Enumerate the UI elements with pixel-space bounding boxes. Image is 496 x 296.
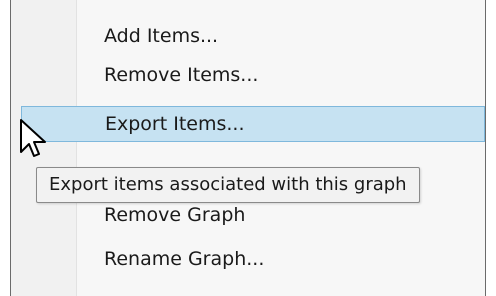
menu-item-export-items[interactable]: Export Items...	[21, 106, 485, 142]
menu-item-label: Rename Graph...	[104, 248, 265, 270]
menu-item-label: Remove Items...	[104, 64, 259, 86]
menu-item-label: Add Items...	[104, 25, 219, 47]
arrow-cursor-icon	[20, 119, 46, 157]
menu-item-remove-items[interactable]: Remove Items...	[21, 57, 485, 93]
context-menu: Add Items... Remove Items... Export Item…	[10, 0, 486, 296]
screen: Add Items... Remove Items... Export Item…	[0, 0, 496, 296]
menu-item-rename-graph[interactable]: Rename Graph...	[21, 241, 485, 277]
menu-item-label: Export Items...	[105, 113, 245, 135]
tooltip-text: Export items associated with this graph	[49, 174, 407, 195]
tooltip: Export items associated with this graph	[36, 167, 420, 203]
menu-item-add-items[interactable]: Add Items...	[21, 18, 485, 54]
menu-item-label: Remove Graph	[104, 204, 246, 226]
